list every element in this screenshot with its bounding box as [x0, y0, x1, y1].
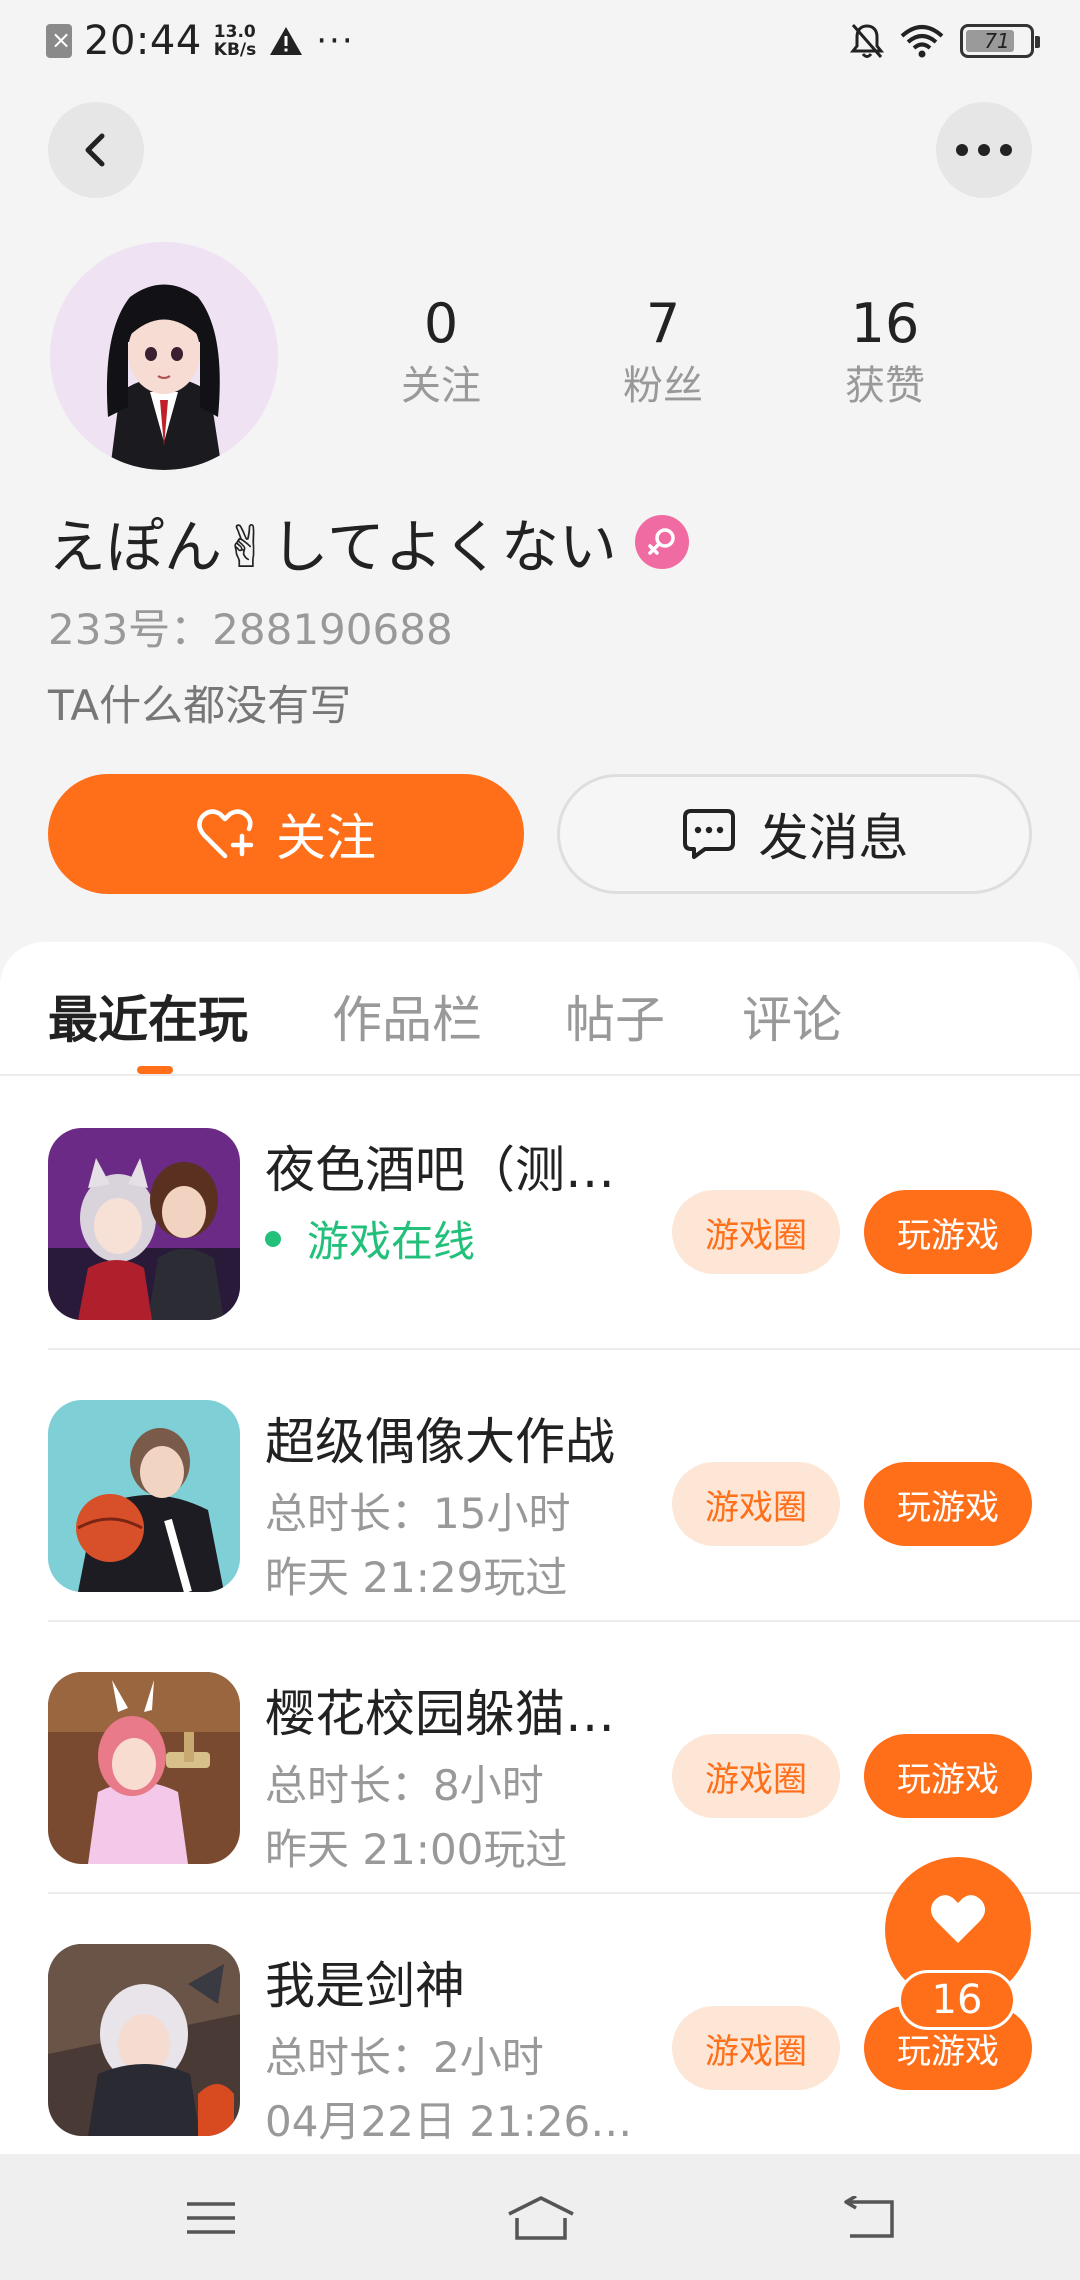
game-title: 夜色酒吧（测… [265, 1141, 615, 1199]
stat-likes[interactable]: 16 获赞 [774, 292, 996, 416]
network-speed: 13.0 KB/s [214, 23, 256, 59]
like-count-badge: 16 [898, 1970, 1016, 2030]
nickname-row: えぽん✌してよくない [48, 500, 689, 584]
stat-label: 粉丝 [623, 363, 703, 409]
stat-label: 获赞 [845, 363, 925, 409]
bell-off-icon [850, 22, 884, 60]
game-row[interactable]: 樱花校园躲猫… 总时长：8小时 昨天 21:00玩过 游戏圈 玩游戏 [0, 1622, 1080, 1894]
heart-plus-icon [197, 809, 254, 859]
tab-recently-played[interactable]: 最近在玩 [48, 980, 248, 1052]
game-icon [48, 1400, 240, 1592]
send-message-label: 发消息 [758, 809, 909, 867]
play-game-button[interactable]: 玩游戏 [864, 1734, 1032, 1818]
online-status-label: 游戏在线 [307, 1217, 476, 1266]
tab-comments[interactable]: 评论 [742, 980, 842, 1052]
more-horizontal-icon [956, 144, 1012, 156]
play-game-button[interactable]: 玩游戏 [864, 1462, 1032, 1546]
profile-tabs: 最近在玩 作品栏 帖子 评论 [0, 942, 1080, 1076]
status-bar-right: 71 [850, 22, 1040, 60]
game-title: 樱花校园躲猫… [265, 1685, 615, 1743]
profile-stats: 0 关注 7 粉丝 16 获赞 [330, 292, 1030, 416]
nav-menu-button[interactable] [181, 2190, 241, 2246]
status-bar: 20:44 13.0 KB/s ··· 71 [0, 0, 1080, 84]
stat-following[interactable]: 0 关注 [330, 292, 552, 416]
user-id: 233号：288190688 [48, 605, 453, 654]
game-icon [48, 1944, 240, 2136]
game-circle-button[interactable]: 游戏圈 [672, 1462, 840, 1546]
game-title: 超级偶像大作战 [265, 1413, 615, 1471]
stat-value: 7 [645, 292, 681, 355]
battery-level: 71 [984, 29, 1010, 53]
avatar[interactable] [50, 242, 278, 470]
heart-icon [930, 1895, 986, 1943]
wifi-icon [900, 24, 944, 58]
user-bio: TA什么都没有写 [48, 681, 352, 730]
game-last-played: 04月22日 21:26… [265, 2097, 633, 2146]
stat-value: 0 [423, 292, 459, 355]
tab-works[interactable]: 作品栏 [332, 980, 482, 1052]
network-speed-unit: KB/s [213, 40, 257, 60]
nav-back-button[interactable] [840, 2190, 900, 2246]
nav-home-button[interactable] [505, 2190, 577, 2246]
game-circle-button[interactable]: 游戏圈 [672, 1190, 840, 1274]
send-message-button[interactable]: 发消息 [557, 774, 1032, 894]
back-arrow-icon [844, 2196, 894, 2238]
status-bar-left: 20:44 13.0 KB/s ··· [46, 18, 355, 64]
menu-icon [187, 2202, 235, 2234]
game-last-played: 昨天 21:29玩过 [265, 1553, 568, 1602]
game-row[interactable]: 超级偶像大作战 总时长：15小时 昨天 21:29玩过 游戏圈 玩游戏 [0, 1350, 1080, 1622]
online-dot-icon [265, 1230, 281, 1247]
battery-icon: 71 [960, 24, 1040, 58]
network-speed-value: 13.0 [213, 22, 256, 42]
back-button[interactable] [48, 102, 144, 198]
more-button[interactable] [936, 102, 1032, 198]
stat-followers[interactable]: 7 粉丝 [552, 292, 774, 416]
game-total-duration: 总时长：8小时 [265, 1761, 544, 1810]
game-row[interactable]: 夜色酒吧（测… 游戏在线 游戏圈 玩游戏 [0, 1078, 1080, 1350]
play-game-button[interactable]: 玩游戏 [864, 1190, 1032, 1274]
active-tab-indicator [137, 1066, 173, 1074]
game-title: 我是剑神 [265, 1957, 465, 2015]
online-status: 游戏在线 [265, 1208, 475, 1269]
game-circle-button[interactable]: 游戏圈 [672, 1734, 840, 1818]
game-icon [48, 1128, 240, 1320]
chat-bubble-icon [682, 809, 735, 859]
game-total-duration: 总时长：2小时 [265, 2033, 544, 2082]
tab-posts[interactable]: 帖子 [565, 980, 665, 1052]
chevron-left-icon [85, 133, 105, 167]
app-notification-icon [46, 24, 72, 58]
nickname: えぽん✌してよくない [48, 513, 617, 581]
game-last-played: 昨天 21:00玩过 [265, 1825, 568, 1874]
more-notifications-indicator: ··· [316, 21, 355, 61]
warning-icon [268, 24, 304, 58]
stat-label: 关注 [401, 363, 481, 409]
game-circle-button[interactable]: 游戏圈 [672, 2006, 840, 2090]
status-time: 20:44 [84, 18, 202, 64]
stat-value: 16 [850, 292, 920, 355]
female-icon [634, 515, 689, 569]
home-icon [508, 2196, 574, 2240]
profile-screen: 20:44 13.0 KB/s ··· 71 [0, 0, 1080, 2280]
game-icon [48, 1672, 240, 1864]
game-total-duration: 总时长：15小时 [265, 1489, 571, 1538]
follow-button-label: 关注 [276, 809, 376, 867]
follow-button[interactable]: 关注 [48, 774, 524, 894]
system-navigation-bar [0, 2154, 1080, 2280]
